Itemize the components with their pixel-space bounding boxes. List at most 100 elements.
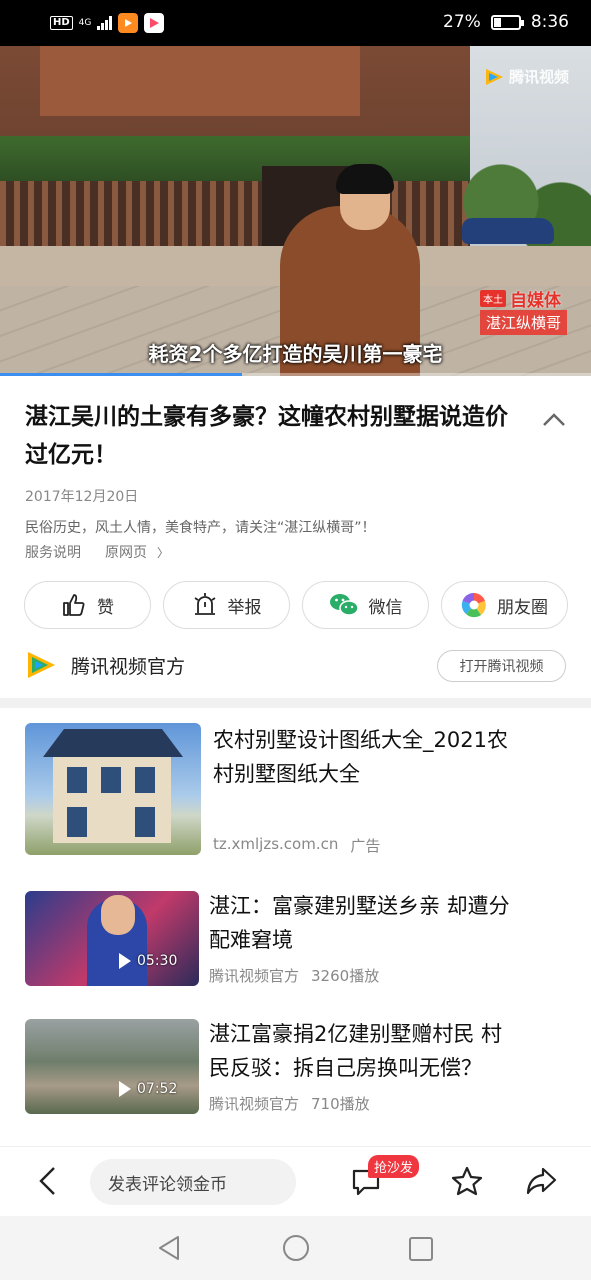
comment-input[interactable]: 发表评论领金币	[90, 1159, 296, 1205]
we-media-text: 自媒体	[510, 291, 561, 311]
feed-title: 农村别墅设计图纸大全_2021农 村别墅图纸大全	[213, 723, 508, 791]
nav-back-icon[interactable]	[156, 1234, 182, 1266]
hd-badge: HD	[50, 16, 73, 30]
battery-icon	[490, 14, 524, 30]
feed-item-video[interactable]: 05:30 湛江：富豪建别墅送乡亲 却遭分 配难窘境 腾讯视频官方 3260播放	[25, 891, 566, 987]
section-divider	[0, 698, 591, 708]
video-frame-building-top	[40, 46, 360, 116]
chevron-right-icon: 〉	[157, 546, 170, 560]
article-title: 湛江吴川的土豪有多豪？这幢农村别墅据说造价过亿元！	[25, 404, 508, 468]
battery-level-fill	[493, 17, 501, 27]
feed-channel: 腾讯视频官方	[209, 967, 300, 985]
status-right-group: 27% 8:36	[443, 12, 569, 32]
feed-title: 湛江富豪捐2亿建别墅赠村民 村 民反驳：拆自己房换叫无偿？	[209, 1017, 502, 1085]
video-duration: 05:30	[119, 953, 177, 969]
play-icon	[119, 953, 131, 969]
feed-title-line: 农村别墅设计图纸大全_2021农	[213, 728, 508, 752]
feed-plays: 710播放	[311, 1095, 370, 1113]
article-description: 民俗历史，风土人情，美食特产，请关注“湛江纵横哥”！	[25, 520, 376, 536]
we-media-badge: 本土 自媒体	[480, 286, 561, 311]
video-frame-presenter-hair	[336, 164, 394, 194]
thumbs-up-icon	[63, 594, 85, 616]
report-alarm-icon	[194, 593, 215, 615]
article-links: 服务说明 原网页〉	[25, 542, 169, 562]
nav-recents-icon[interactable]	[408, 1236, 434, 1266]
like-label: 赞	[97, 597, 114, 618]
report-label: 举报	[227, 597, 262, 618]
villa-window	[135, 767, 155, 793]
video-frame-hedge	[0, 136, 470, 181]
moments-label: 朋友圈	[497, 597, 548, 618]
network-type-label: 4G	[78, 18, 92, 28]
video-frame-car	[462, 218, 554, 244]
video-progress-bar[interactable]	[0, 373, 591, 376]
ad-thumbnail	[25, 723, 201, 855]
collapse-chevron-icon[interactable]	[540, 408, 568, 432]
feed-plays: 3260播放	[311, 967, 380, 985]
feed-title-line: 村别墅图纸大全	[213, 762, 360, 786]
tencent-video-watermark: 腾讯视频	[483, 66, 569, 87]
video-subtitle: 耗资2个多亿打造的吴川第一豪宅	[148, 342, 443, 366]
channel-badge: 湛江纵横哥	[480, 310, 568, 335]
wechat-icon	[329, 594, 359, 616]
video-app-notification-icon	[144, 13, 165, 33]
share-wechat-button[interactable]: 微信	[302, 581, 429, 629]
tencent-video-icon	[25, 650, 57, 684]
villa-window	[67, 767, 87, 793]
feed-meta: 腾讯视频官方 3260播放	[209, 965, 379, 986]
villa-window	[135, 807, 155, 837]
feed-item-video[interactable]: 07:52 湛江富豪捐2亿建别墅赠村民 村 民反驳：拆自己房换叫无偿？ 腾讯视频…	[25, 1019, 566, 1115]
villa-window	[67, 807, 87, 837]
feed-item-ad[interactable]: 农村别墅设计图纸大全_2021农 村别墅图纸大全 tz.xmljzs.com.c…	[25, 723, 566, 857]
video-thumbnail: 07:52	[25, 1019, 199, 1114]
feed-title-line: 湛江：富豪建别墅送乡亲 却遭分	[209, 894, 510, 918]
feed-title-line: 湛江富豪捐2亿建别墅赠村民 村	[209, 1022, 503, 1046]
source-row: 腾讯视频官方 打开腾讯视频	[25, 648, 566, 684]
battery-percent: 27%	[443, 12, 481, 32]
status-bar: HD 4G 27% 8:36	[0, 0, 591, 46]
feed-channel: 腾讯视频官方	[209, 1095, 300, 1113]
villa-roof	[43, 729, 183, 757]
star-icon[interactable]	[450, 1165, 484, 1201]
tencent-video-logo-icon	[485, 68, 503, 85]
video-progress-fill	[0, 373, 243, 376]
source-page-label: 原网页	[105, 545, 147, 561]
villa-window	[101, 767, 121, 793]
article-date: 2017年12月20日	[25, 489, 139, 505]
watermark-text: 腾讯视频	[508, 68, 569, 86]
video-player[interactable]: 腾讯视频 本土 自媒体 湛江纵横哥 耗资2个多亿打造的吴川第一豪宅	[0, 46, 591, 376]
app-notification-icon	[118, 13, 139, 33]
report-button[interactable]: 举报	[163, 581, 290, 629]
feed-meta: 腾讯视频官方 710播放	[209, 1093, 370, 1114]
thumb-presenter-face	[101, 895, 135, 935]
share-icon[interactable]	[524, 1165, 558, 1201]
we-media-cut-logo: 本土	[480, 290, 506, 307]
share-moments-button[interactable]: 朋友圈	[441, 581, 568, 629]
feed-meta: tz.xmljzs.com.cn 广告	[213, 835, 380, 856]
feed-title-line: 民反驳：拆自己房换叫无偿？	[209, 1056, 482, 1080]
ad-tag: 广告	[350, 837, 381, 855]
moments-icon	[461, 592, 486, 618]
service-info-link[interactable]: 服务说明	[25, 542, 81, 562]
action-bar: 赞 举报 微信 朋友圈	[24, 581, 568, 629]
bottom-toolbar: 发表评论领金币 抢沙发	[0, 1146, 591, 1216]
system-navigation-bar	[0, 1216, 591, 1280]
like-button[interactable]: 赞	[24, 581, 151, 629]
open-tencent-video-button[interactable]: 打开腾讯视频	[437, 650, 566, 682]
video-thumbnail: 05:30	[25, 891, 199, 986]
feed-title-line: 配难窘境	[209, 928, 293, 952]
ad-domain: tz.xmljzs.com.cn	[213, 835, 339, 853]
clock: 8:36	[530, 12, 569, 32]
back-chevron-icon[interactable]	[36, 1165, 60, 1201]
sofa-badge[interactable]: 抢沙发	[368, 1155, 420, 1178]
signal-strength-icon	[97, 16, 113, 30]
source-page-link[interactable]: 原网页〉	[105, 542, 169, 562]
duration-text: 05:30	[137, 953, 178, 969]
duration-text: 07:52	[137, 1081, 178, 1097]
feed-title: 湛江：富豪建别墅送乡亲 却遭分 配难窘境	[209, 889, 510, 957]
video-duration: 07:52	[119, 1081, 177, 1097]
source-name[interactable]: 腾讯视频官方	[71, 652, 185, 679]
nav-home-icon[interactable]	[282, 1234, 310, 1266]
status-left-group: HD 4G	[50, 13, 165, 33]
play-icon	[119, 1081, 131, 1097]
